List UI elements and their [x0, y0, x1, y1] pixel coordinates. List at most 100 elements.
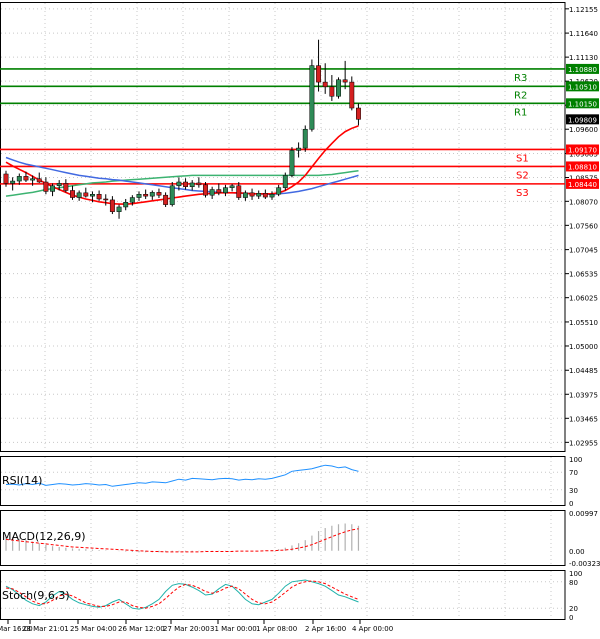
price-tick-label: 1.05510: [569, 319, 598, 327]
price-tick-label: 1.09600: [569, 126, 598, 134]
rsi-tick-label: 100: [569, 456, 582, 464]
candle-bull: [176, 181, 182, 187]
candle-bull: [90, 194, 95, 197]
stoch-tick-label: 0: [569, 614, 573, 622]
candle-bull: [229, 185, 235, 188]
level-price-label-s1: 1.09170: [568, 146, 597, 154]
level-price-label-r3: 1.10880: [568, 66, 597, 74]
candle-bull: [276, 187, 282, 195]
level-name-r1: R1: [514, 107, 527, 118]
stoch-tick-label: 80: [569, 579, 578, 587]
candle-bear: [36, 178, 42, 183]
candle-bull: [269, 194, 275, 198]
candle-bear: [329, 86, 335, 97]
candle-bull: [129, 197, 135, 203]
time-tick-label: 25 Mar 04:00: [70, 625, 117, 633]
candle-bull: [50, 185, 55, 192]
candle-bear: [63, 183, 69, 191]
price-tick-label: 1.07560: [569, 222, 598, 230]
time-tick-label: 2 Apr 16:00: [305, 625, 346, 633]
candle-bear: [83, 192, 89, 197]
candle-bear: [109, 199, 115, 212]
candle-bull: [30, 178, 36, 181]
level-name-r2: R2: [514, 90, 527, 101]
panel-frame-1: [0, 456, 566, 506]
candle-bear: [322, 81, 328, 88]
time-tick-label: 1 Apr 08:00: [256, 625, 297, 633]
rsi-tick-label: 30: [569, 487, 578, 495]
stoch-label: Stoch(9,6,3): [2, 589, 70, 602]
level-price-label-r1: 1.10150: [568, 100, 597, 108]
macd-tick-label: 0.00997: [569, 510, 598, 518]
candle-bear: [236, 185, 242, 198]
candle-bull: [256, 193, 262, 197]
candle-bull: [209, 189, 215, 196]
candle-bull: [189, 182, 195, 187]
candle-bull: [302, 128, 308, 149]
candle-bull: [169, 185, 175, 205]
stoch-tick-label: 100: [569, 570, 582, 578]
level-price-label-s3: 1.08440: [568, 181, 597, 189]
rsi-label: RSI(14): [2, 474, 42, 487]
level-price-label-s2: 1.08810: [568, 163, 597, 171]
candle-bear: [203, 184, 208, 196]
candle-bull: [223, 187, 228, 194]
candle-bull: [56, 183, 62, 187]
candle-bull: [149, 192, 155, 197]
rsi-tick-label: 0: [569, 500, 573, 508]
level-name-s2: S2: [516, 170, 529, 181]
candle-bear: [349, 81, 355, 109]
candle-bear: [96, 194, 102, 200]
level-price-label-r2: 1.10510: [568, 83, 597, 91]
price-tick-label: 1.04485: [569, 367, 598, 375]
price-tick-label: 1.06025: [569, 295, 598, 303]
forex-chart: R3 R2 R1 S1 S2 S3 RSI(14) MACD(12,26,9) Stoch(9…: [0, 0, 600, 635]
price-tick-label: 1.07045: [569, 247, 598, 255]
price-tick-label: 1.12155: [569, 6, 598, 14]
level-name-s3: S3: [516, 188, 529, 199]
macd-tick-label: -0.003235: [569, 560, 600, 568]
candle-bull: [242, 192, 248, 198]
price-tick-label: 1.11640: [569, 30, 598, 38]
price-tick-label: 1.11130: [569, 54, 598, 62]
candle-bear: [249, 192, 255, 197]
time-tick-label: 23 Mar 21:01: [22, 625, 69, 633]
candle-bear: [342, 79, 348, 83]
candle-bear: [183, 181, 189, 187]
candle-bull: [16, 176, 22, 182]
macd-label: MACD(12,26,9): [2, 530, 86, 543]
candle-bull: [336, 79, 341, 97]
time-tick-label: 4 Apr 00:00: [352, 625, 393, 633]
candle-bear: [216, 189, 222, 194]
time-tick-label: 27 Mar 20:00: [163, 625, 210, 633]
current-price-label: 1.09809: [568, 116, 597, 124]
candle-bull: [289, 150, 295, 176]
price-tick-label: 1.03975: [569, 391, 598, 399]
candle-bear: [70, 190, 75, 198]
candle-bull: [309, 65, 315, 130]
candle-bull: [76, 192, 82, 198]
candle-bull: [123, 202, 129, 208]
candle-bear: [356, 107, 361, 120]
candle-bear: [156, 192, 162, 196]
stoch-tick-label: 20: [569, 605, 578, 613]
price-tick-label: 1.05000: [569, 343, 598, 351]
level-name-s1: S1: [516, 153, 529, 164]
price-tick-label: 1.06535: [569, 271, 598, 279]
candle-bear: [43, 181, 49, 192]
price-tick-label: 1.03465: [569, 415, 598, 423]
candle-bear: [316, 65, 322, 83]
panel-frame-0: [0, 2, 566, 452]
price-tick-label: 1.08070: [569, 198, 598, 206]
level-name-r3: R3: [514, 73, 527, 84]
candle-bull: [136, 194, 142, 198]
macd-tick-label: 0.00: [569, 548, 585, 556]
candle-bear: [23, 176, 29, 181]
time-tick-label: 26 Mar 12:00: [118, 625, 165, 633]
price-tick-label: 1.02955: [569, 439, 598, 447]
candle-bear: [262, 193, 268, 198]
candle-bull: [296, 147, 302, 151]
rsi-tick-label: 70: [569, 469, 578, 477]
candle-bear: [196, 182, 202, 186]
candle-bull: [116, 206, 122, 212]
